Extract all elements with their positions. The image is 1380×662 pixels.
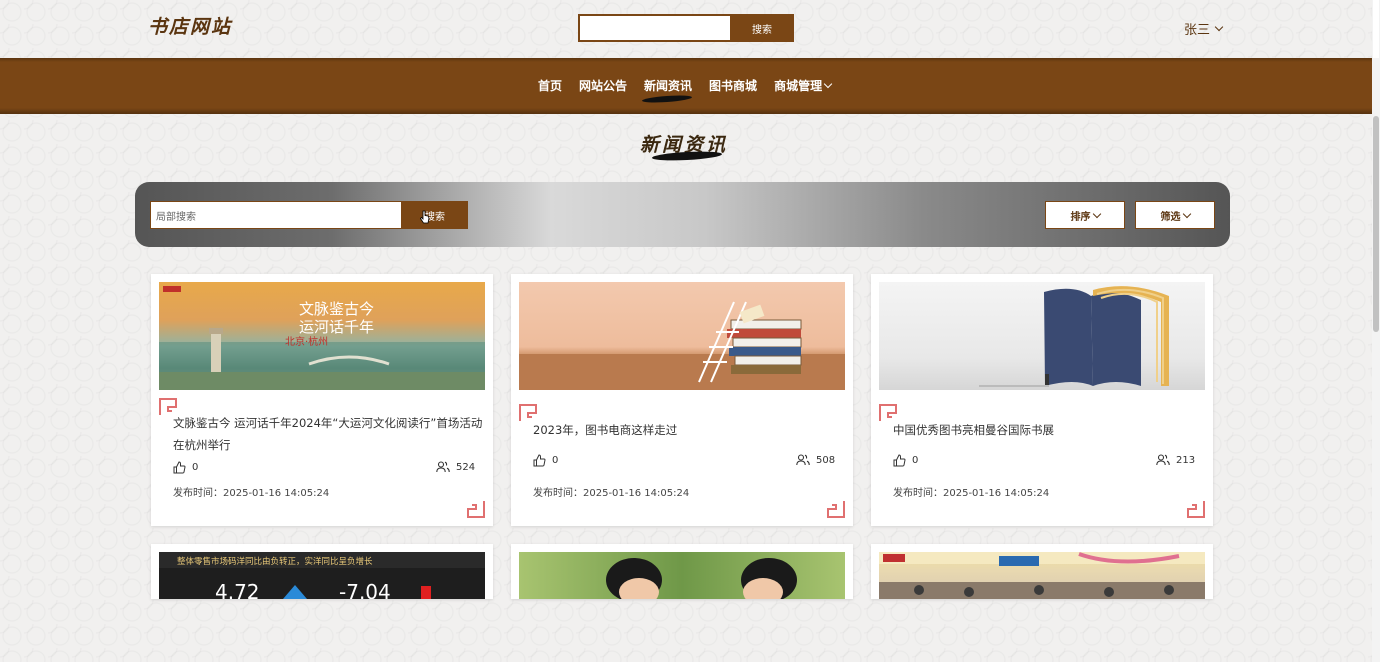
news-image-text: 运河话千年 <box>299 318 374 336</box>
global-search: 搜索 <box>578 14 794 42</box>
news-image[interactable]: 文脉鉴古今 运河话千年 北京·杭州 <box>159 282 485 390</box>
nav-news[interactable]: 新闻资讯 <box>644 77 692 94</box>
like-count-value: 0 <box>912 455 919 466</box>
users-icon <box>796 454 810 466</box>
news-image-text: 4.72 <box>215 580 260 599</box>
global-search-button[interactable]: 搜索 <box>730 14 794 42</box>
news-card[interactable]: 整体零售市场码洋同比由负转正，实洋同比呈负增长 4.72 -7.04 <box>151 544 493 599</box>
news-card[interactable] <box>511 544 853 599</box>
global-search-input[interactable] <box>578 14 730 42</box>
user-name: 张三 <box>1184 23 1211 38</box>
publish-time: 发布时间：2025-01-16 14:05:24 <box>893 484 1049 499</box>
news-image-text: 北京·杭州 <box>285 335 328 348</box>
news-title[interactable]: 文脉鉴古今 运河话千年2024年“大运河文化阅读行”首场活动在杭州举行 <box>173 412 483 456</box>
news-card[interactable] <box>871 544 1213 599</box>
news-title[interactable]: 中国优秀图书亮相曼谷国际书展 <box>893 419 1203 441</box>
like-count-value: 0 <box>552 455 559 466</box>
scrollbar-thumb[interactable] <box>1373 116 1379 332</box>
like-count-value: 0 <box>192 462 199 473</box>
mouse-cursor-icon <box>420 210 430 224</box>
nav-announcements[interactable]: 网站公告 <box>579 77 627 94</box>
view-count: 213 <box>1156 454 1195 466</box>
top-header: 书店网站 搜索 张三 <box>0 0 1372 58</box>
news-card[interactable]: 2023年，图书电商这样走过 0 508 发布时间：2025-01-16 14:… <box>511 274 853 526</box>
thumbs-up-icon <box>533 454 546 467</box>
corner-ornament-icon <box>827 501 845 518</box>
publish-time-value: 2025-01-16 14:05:24 <box>943 488 1050 499</box>
chevron-down-icon <box>1092 209 1101 218</box>
publish-time-label: 发布时间： <box>533 488 583 499</box>
user-menu[interactable]: 张三 <box>1184 19 1224 38</box>
users-icon <box>1156 454 1170 466</box>
like-count[interactable]: 0 <box>533 454 558 467</box>
corner-ornament-icon <box>1187 501 1205 518</box>
news-image-art: 文脉鉴古今 运河话千年 北京·杭州 <box>159 286 485 390</box>
news-image[interactable] <box>519 282 845 390</box>
news-image[interactable] <box>879 282 1205 390</box>
news-card[interactable]: 文脉鉴古今 运河话千年 北京·杭州 文脉鉴古今 运河话千年2024年“大运河文化… <box>151 274 493 526</box>
chevron-down-icon <box>823 79 833 89</box>
nav-store-admin[interactable]: 商城管理 <box>774 77 833 94</box>
publish-time-label: 发布时间： <box>173 488 223 499</box>
like-count[interactable]: 0 <box>893 454 918 467</box>
news-image-art <box>979 286 1169 387</box>
chevron-down-icon <box>1182 209 1191 218</box>
filter-button[interactable]: 筛选 <box>1135 201 1215 229</box>
news-image-text: -7.04 <box>339 580 391 599</box>
local-search-input[interactable]: 局部搜索 <box>150 201 402 229</box>
news-image[interactable] <box>519 552 845 599</box>
news-image-art: 整体零售市场码洋同比由负转正，实洋同比呈负增长 4.72 -7.04 <box>159 552 485 599</box>
filter-label: 筛选 <box>1160 211 1181 223</box>
chevron-down-icon <box>1214 22 1224 32</box>
corner-ornament-icon <box>467 501 485 518</box>
thumbs-up-icon <box>893 454 906 467</box>
site-logo[interactable]: 书店网站 <box>148 12 232 39</box>
like-count[interactable]: 0 <box>173 461 198 474</box>
main-nav: 首页 网站公告 新闻资讯 图书商城 商城管理 <box>0 58 1372 114</box>
users-icon <box>436 461 450 473</box>
news-image-art <box>879 552 1205 599</box>
view-count-value: 213 <box>1176 454 1196 466</box>
thumbs-up-icon <box>173 461 186 474</box>
news-image-text: 整体零售市场码洋同比由负转正，实洋同比呈负增长 <box>177 556 373 567</box>
publish-time: 发布时间：2025-01-16 14:05:24 <box>173 484 329 499</box>
news-image-text: 文脉鉴古今 <box>299 300 374 318</box>
news-card[interactable]: 中国优秀图书亮相曼谷国际书展 0 213 发布时间：2025-01-16 14:… <box>871 274 1213 526</box>
nav-store-admin-label: 商城管理 <box>774 79 823 93</box>
view-count-value: 508 <box>816 454 836 466</box>
page-scrollbar[interactable] <box>1372 0 1380 662</box>
news-title[interactable]: 2023年，图书电商这样走过 <box>533 419 843 441</box>
nav-bookstore[interactable]: 图书商城 <box>709 77 757 94</box>
news-image[interactable] <box>879 552 1205 599</box>
publish-time-value: 2025-01-16 14:05:24 <box>583 488 690 499</box>
view-count: 524 <box>436 461 475 473</box>
publish-time: 发布时间：2025-01-16 14:05:24 <box>533 484 689 499</box>
news-image-art <box>519 301 845 390</box>
publish-time-value: 2025-01-16 14:05:24 <box>223 488 330 499</box>
news-image[interactable]: 整体零售市场码洋同比由负转正，实洋同比呈负增长 4.72 -7.04 <box>159 552 485 599</box>
sort-button[interactable]: 排序 <box>1045 201 1125 229</box>
scrollbar-track-top <box>1373 0 1379 58</box>
view-count-value: 524 <box>456 461 476 473</box>
page-title: 新闻资讯 <box>640 130 728 157</box>
sort-label: 排序 <box>1070 211 1091 223</box>
nav-home[interactable]: 首页 <box>538 77 562 94</box>
publish-time-label: 发布时间： <box>893 488 943 499</box>
local-search-button[interactable]: 搜索 <box>402 201 468 229</box>
news-image-art <box>606 558 797 599</box>
view-count: 508 <box>796 454 835 466</box>
